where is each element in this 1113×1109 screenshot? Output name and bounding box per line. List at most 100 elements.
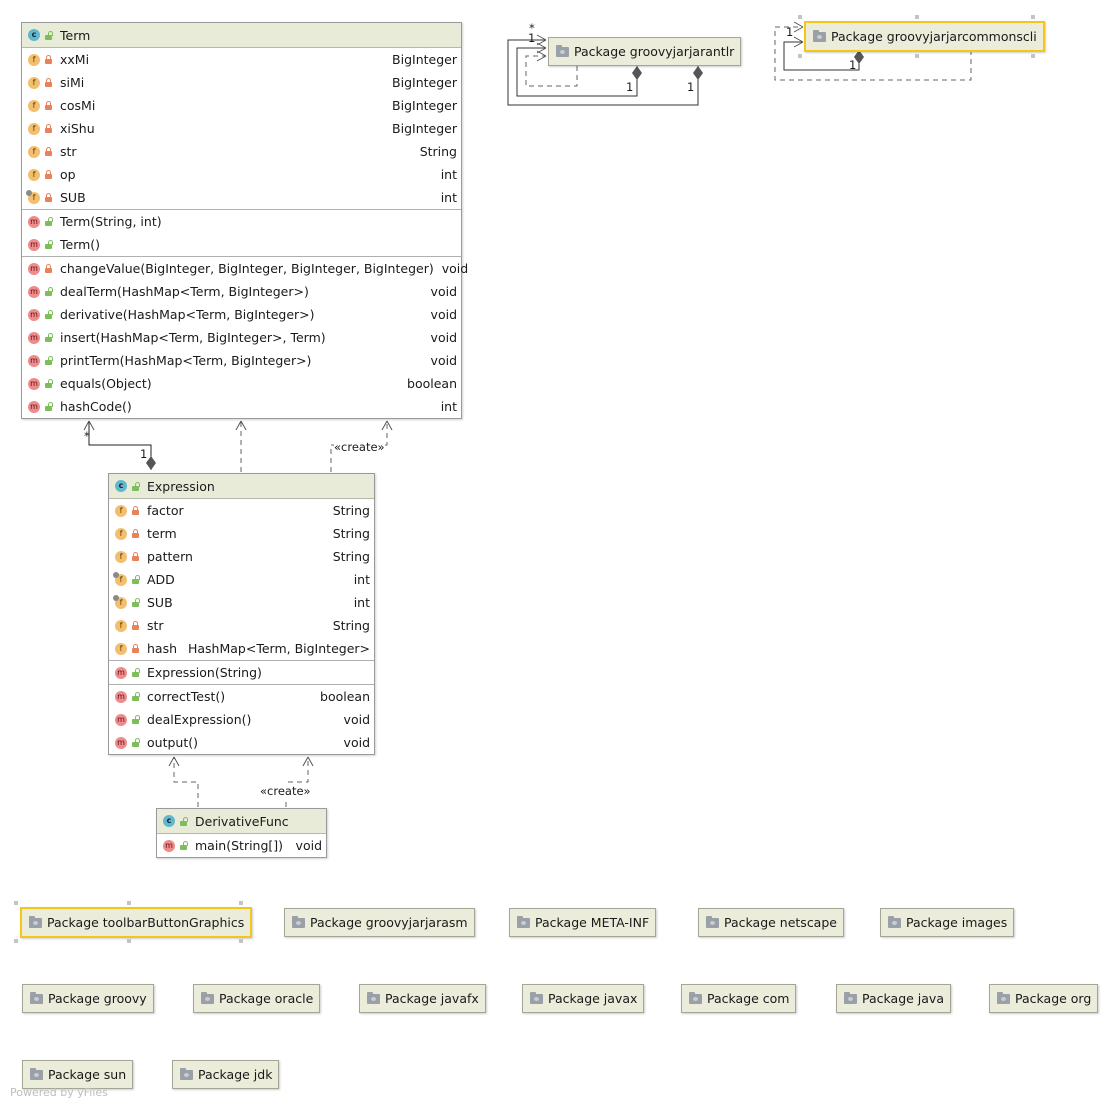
member-row[interactable]: m dealExpression() void (109, 708, 374, 731)
member-name: SUB (147, 595, 173, 610)
package-oracle[interactable]: Package oracle (193, 984, 321, 1013)
class-expression[interactable]: c Expression f factor String f term String f pa… (108, 473, 375, 755)
member-row[interactable]: f SUB int (109, 591, 374, 614)
member-type: String (332, 549, 370, 564)
member-row[interactable]: m correctTest() boolean (109, 685, 374, 708)
member-row[interactable]: f str String (109, 614, 374, 637)
antlr-multiplicity-one-a: 1 (528, 31, 536, 45)
member-type: int (440, 190, 457, 205)
field-icon: f (28, 76, 40, 89)
member-row[interactable]: m Term(String, int) (22, 210, 461, 233)
package-jdk[interactable]: Package jdk (172, 1060, 280, 1089)
member-name: cosMi (60, 98, 96, 113)
package-images[interactable]: Package images (880, 908, 1015, 937)
class-expression-header[interactable]: c Expression (109, 474, 374, 499)
member-row[interactable]: f factor String (109, 499, 374, 522)
private-icon (44, 264, 53, 273)
selection-handle[interactable] (1031, 54, 1035, 58)
package-javax[interactable]: Package javax (522, 984, 645, 1013)
private-icon (131, 506, 140, 515)
selection-handle[interactable] (915, 54, 919, 58)
selection-handle[interactable] (14, 939, 18, 943)
member-type: String (332, 526, 370, 541)
selection-handle[interactable] (14, 901, 18, 905)
method-icon: m (28, 238, 40, 251)
package-groovyjarjarantlr[interactable]: Package groovyjarjarantlr (548, 37, 742, 66)
field-icon: f (115, 550, 127, 563)
member-row[interactable]: f ADD int (109, 568, 374, 591)
package-groovy[interactable]: Package groovy (22, 984, 154, 1013)
member-row[interactable]: m dealTerm(HashMap<Term, BigInteger>) void (22, 280, 461, 303)
method-icon: m (28, 400, 40, 413)
member-row[interactable]: m Term() (22, 233, 461, 256)
private-icon (131, 644, 140, 653)
package-sun[interactable]: Package sun (22, 1060, 134, 1089)
package-netscape[interactable]: Package netscape (698, 908, 844, 937)
member-row[interactable]: m output() void (109, 731, 374, 754)
selection-handle[interactable] (127, 901, 131, 905)
member-row[interactable]: f SUB int (22, 186, 461, 209)
package-com[interactable]: Package com (681, 984, 797, 1013)
member-name: xiShu (60, 121, 95, 136)
class-derivativefunc[interactable]: c DerivativeFunc m main(String[]) void (156, 808, 327, 858)
member-row[interactable]: f str String (22, 140, 461, 163)
member-row[interactable]: m insert(HashMap<Term, BigInteger>, Term)… (22, 326, 461, 349)
selection-handle[interactable] (798, 15, 802, 19)
member-row[interactable]: f xiShu BigInteger (22, 117, 461, 140)
package-meta-inf[interactable]: Package META-INF (509, 908, 657, 937)
member-row[interactable]: f cosMi BigInteger (22, 94, 461, 117)
member-name: Expression(String) (147, 665, 262, 680)
member-type: int (353, 595, 370, 610)
class-term-header[interactable]: c Term (22, 23, 461, 48)
term-composition-edge (88, 421, 152, 470)
cli-multiplicity-one-a: 1 (786, 25, 794, 39)
field-icon: f (115, 642, 127, 655)
selection-handle[interactable] (239, 901, 243, 905)
public-icon (131, 692, 140, 701)
private-icon (44, 101, 53, 110)
selection-handle[interactable] (239, 939, 243, 943)
member-type: void (430, 330, 457, 345)
class-icon: c (28, 29, 40, 41)
member-row[interactable]: m changeValue(BigInteger, BigInteger, Big… (22, 257, 468, 280)
folder-icon (556, 44, 569, 57)
package-groovyjarjarasm[interactable]: Package groovyjarjarasm (284, 908, 475, 937)
member-type: HashMap<Term, BigInteger> (187, 641, 370, 656)
member-row[interactable]: m printTerm(HashMap<Term, BigInteger>) voi… (22, 349, 461, 372)
package-label: Package META-INF (535, 915, 650, 930)
member-row[interactable]: m hashCode() int (22, 395, 461, 418)
selection-handle[interactable] (798, 54, 802, 58)
expression-create-edge (285, 757, 309, 807)
member-row[interactable]: m derivative(HashMap<Term, BigInteger>) vo… (22, 303, 461, 326)
member-row[interactable]: f hash HashMap<Term, BigInteger> (109, 637, 374, 660)
package-label: Package oracle (219, 991, 314, 1006)
method-icon: m (28, 377, 40, 390)
class-derivativefunc-header[interactable]: c DerivativeFunc (157, 809, 326, 834)
public-icon (179, 841, 188, 850)
selection-handle[interactable] (127, 939, 131, 943)
member-row[interactable]: f xxMi BigInteger (22, 48, 461, 71)
private-icon (44, 55, 53, 64)
package-javafx[interactable]: Package javafx (359, 984, 486, 1013)
member-row[interactable]: m main(String[]) void (157, 834, 326, 857)
member-name: op (60, 167, 76, 182)
member-name: dealTerm(HashMap<Term, BigInteger>) (60, 284, 309, 299)
folder-icon (844, 991, 857, 1004)
selection-handle[interactable] (915, 15, 919, 19)
member-row[interactable]: f siMi BigInteger (22, 71, 461, 94)
package-org[interactable]: Package org (989, 984, 1099, 1013)
package-label: Package javax (548, 991, 638, 1006)
field-icon: f (28, 168, 40, 181)
package-java[interactable]: Package java (836, 984, 951, 1013)
class-term[interactable]: c Term f xxMi BigInteger f siMi BigInteger f co… (21, 22, 468, 419)
package-groovyjarjarcommonscli[interactable]: Package groovyjarjarcommonscli (804, 21, 1045, 52)
member-row[interactable]: m Expression(String) (109, 661, 374, 684)
package-toolbarbuttongraphics[interactable]: Package toolbarButtonGraphics (20, 907, 253, 938)
selection-handle[interactable] (1031, 15, 1035, 19)
folder-icon (292, 915, 305, 928)
package-label: Package groovyjarjarantlr (574, 44, 735, 59)
member-row[interactable]: f pattern String (109, 545, 374, 568)
member-row[interactable]: m equals(Object) boolean (22, 372, 461, 395)
member-row[interactable]: f op int (22, 163, 461, 186)
member-row[interactable]: f term String (109, 522, 374, 545)
